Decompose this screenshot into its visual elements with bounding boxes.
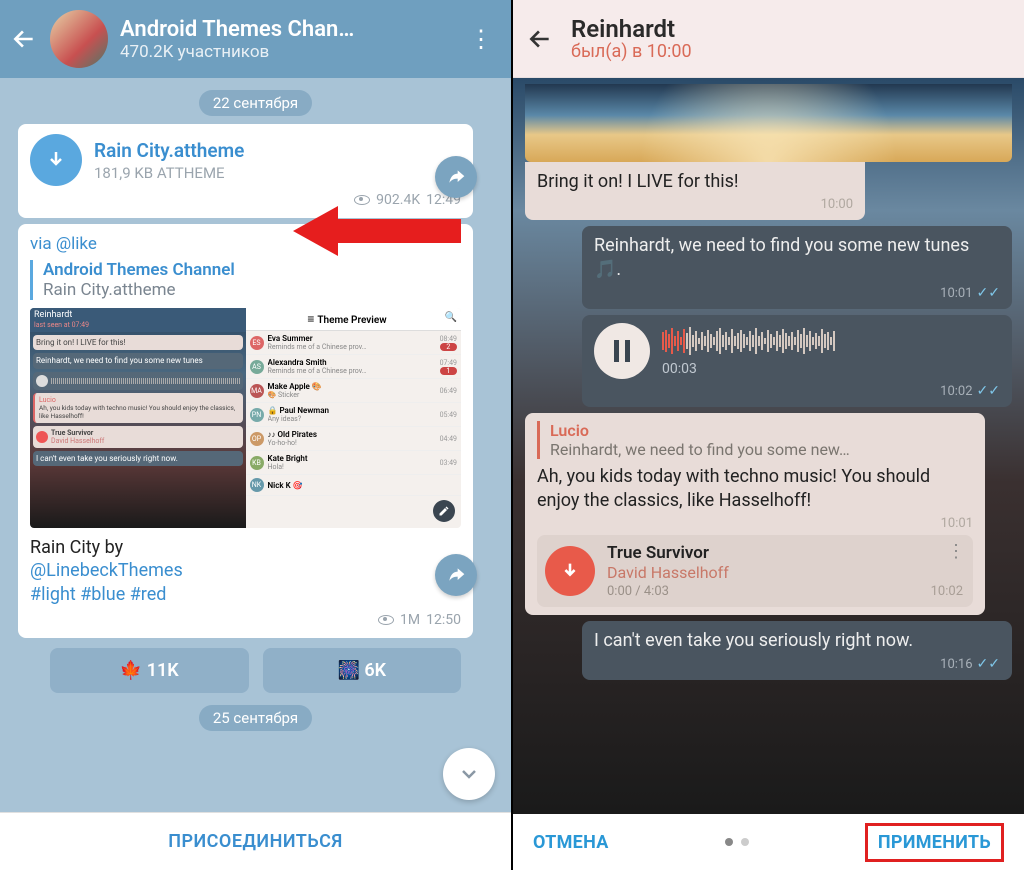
post-message[interactable]: via @like Android Themes Channel Rain Ci… <box>18 224 473 638</box>
back-button[interactable] <box>527 26 553 52</box>
date-separator: 25 сентября <box>199 705 312 731</box>
outgoing-voice-message[interactable]: 00:03 10:02✓✓ <box>582 315 1012 407</box>
date-separator: 22 сентября <box>199 90 312 116</box>
download-icon[interactable] <box>545 546 595 596</box>
join-button[interactable]: ПРИСОЕДИНИТЬСЯ <box>0 812 511 870</box>
file-name: Rain City.attheme <box>94 139 244 162</box>
file-meta: 181,9 KB ATTHEME <box>94 164 244 182</box>
audio-waveform[interactable] <box>662 325 1000 357</box>
cancel-button[interactable]: ОТМЕНА <box>533 832 609 853</box>
track-time: 10:02 <box>931 584 963 599</box>
channel-header: Android Themes Chan… 470.2K участников ⋮ <box>0 0 511 78</box>
page-indicator <box>725 838 749 846</box>
incoming-reply-message[interactable]: Lucio Reinhardt, we need to find you som… <box>525 413 985 615</box>
reply-quote[interactable]: Lucio Reinhardt, we need to find you som… <box>537 421 973 459</box>
scroll-down-button[interactable] <box>443 748 495 800</box>
compose-fab-icon <box>433 500 455 522</box>
back-button[interactable] <box>10 25 38 53</box>
contact-status: был(а) в 10:00 <box>571 41 692 62</box>
page-dot <box>741 838 749 846</box>
quote-subtitle: Rain City.attheme <box>43 280 461 300</box>
photo-message[interactable] <box>525 84 1012 162</box>
read-checks-icon: ✓✓ <box>977 285 1000 301</box>
hashtags[interactable]: #light #blue #red <box>30 584 166 605</box>
download-icon[interactable] <box>30 134 82 186</box>
share-button[interactable] <box>435 156 477 198</box>
post-caption: Rain City by @LinebeckThemes #light #blu… <box>30 536 461 606</box>
file-views: 902.4K <box>376 192 420 208</box>
audio-track-message[interactable]: True Survivor David Hasselhoff 0:00 / 4:… <box>537 535 973 607</box>
via-label: via @like <box>30 234 461 254</box>
page-dot <box>725 838 733 846</box>
share-button[interactable] <box>435 554 477 596</box>
incoming-message[interactable]: Bring it on! I LIVE for this! 10:00 <box>525 162 865 220</box>
channel-chat[interactable]: 22 сентября Rain City.attheme 181,9 KB A… <box>0 78 511 812</box>
more-menu-icon[interactable]: ⋮ <box>461 25 501 53</box>
theme-footer: ОТМЕНА ПРИМЕНИТЬ <box>513 814 1024 870</box>
outgoing-message[interactable]: I can't even take you seriously right no… <box>582 621 1012 680</box>
post-views: 1M <box>400 612 420 628</box>
channel-avatar[interactable] <box>50 10 108 68</box>
outgoing-message[interactable]: Reinhardt, we need to find you some new … <box>582 226 1012 309</box>
contact-name: Reinhardt <box>571 15 692 43</box>
file-message[interactable]: Rain City.attheme 181,9 KB ATTHEME 902.4… <box>18 124 473 218</box>
channel-subtitle: 470.2K участников <box>120 42 449 62</box>
reaction-b[interactable]: 🎆 6K <box>263 648 462 693</box>
quoted-source: Android Themes Channel Rain City.attheme <box>30 260 461 300</box>
chat-header: Reinhardt был(а) в 10:00 <box>513 0 1024 78</box>
read-checks-icon: ✓✓ <box>977 383 1000 399</box>
track-duration: 0:00 / 4:03 <box>607 584 729 599</box>
chat-messages[interactable]: Bring it on! I LIVE for this! 10:00 Rein… <box>513 78 1024 814</box>
pause-icon[interactable] <box>594 323 650 379</box>
chat-titles[interactable]: Reinhardt был(а) в 10:00 <box>571 15 692 62</box>
quote-title: Android Themes Channel <box>43 260 461 280</box>
header-titles[interactable]: Android Themes Chan… 470.2K участников <box>120 17 449 62</box>
views-icon <box>378 615 394 625</box>
post-time: 12:50 <box>426 612 461 628</box>
views-icon <box>354 195 370 205</box>
track-more-icon[interactable]: ⋮ <box>947 541 965 562</box>
reactions-row: 🍁 11K 🎆 6K <box>50 648 461 693</box>
channel-title: Android Themes Chan… <box>120 17 449 42</box>
preview-contact-list: ES Eva SummerReminds me of a Chinese pro… <box>246 331 462 496</box>
right-pane: Reinhardt был(а) в 10:00 Bring it on! I … <box>513 0 1024 870</box>
theme-preview-image: Reinhardtlast seen at 07:49 Bring it on!… <box>30 308 461 528</box>
reaction-a[interactable]: 🍁 11K <box>50 648 249 693</box>
read-checks-icon: ✓✓ <box>977 656 1000 672</box>
track-artist: David Hasselhoff <box>607 563 729 582</box>
left-pane: Android Themes Chan… 470.2K участников ⋮… <box>0 0 513 870</box>
apply-button[interactable]: ПРИМЕНИТЬ <box>865 823 1004 862</box>
author-link[interactable]: @LinebeckThemes <box>30 560 183 581</box>
track-title: True Survivor <box>607 543 729 563</box>
